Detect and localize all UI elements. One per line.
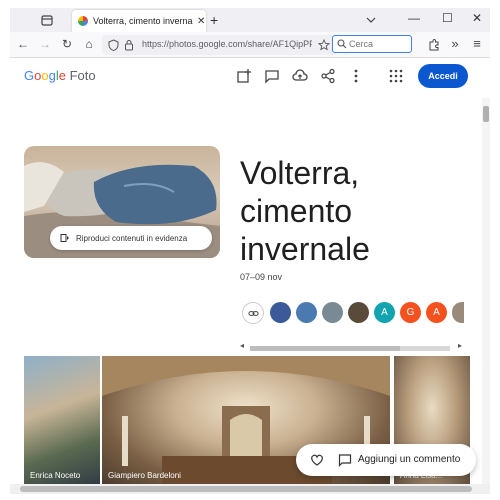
page-content: Google Foto Accedi Riproduci contenuti i… — [10, 58, 490, 494]
back-icon[interactable]: ← — [16, 37, 30, 51]
tab-close-icon[interactable]: ✕ — [197, 16, 205, 27]
close-window-button[interactable]: ✕ — [472, 11, 482, 25]
overflow-menu-icon[interactable]: » — [448, 37, 462, 51]
album-date: 07–09 nov — [240, 272, 283, 282]
avatar[interactable] — [348, 302, 369, 323]
add-to-album-icon[interactable] — [236, 68, 252, 84]
tab-list-icon[interactable] — [40, 13, 54, 27]
play-highlights-label: Riproduci contenuti in evidenza — [76, 233, 188, 243]
url-text: https://photos.google.com/share/AF1QipPF… — [142, 39, 312, 49]
comment-bar: Aggiungi un commento — [296, 444, 476, 476]
avatar[interactable] — [270, 302, 291, 323]
logo-letter-g2: g — [48, 68, 56, 83]
scroll-left-arrow-icon[interactable]: ◂ — [240, 341, 244, 350]
highlights-play-icon — [60, 234, 69, 242]
login-button[interactable]: Accedi — [418, 64, 468, 88]
search-icon — [337, 39, 347, 49]
lock-icon[interactable] — [124, 39, 134, 51]
scroll-thumb[interactable] — [250, 346, 400, 351]
heart-icon[interactable] — [310, 453, 324, 467]
copy-link-button[interactable] — [242, 302, 264, 324]
app-menu-icon[interactable]: ≡ — [470, 37, 484, 51]
bookmark-star-icon[interactable] — [318, 39, 330, 51]
avatar[interactable] — [296, 302, 317, 323]
photo-caption: Enrica Noceto — [30, 471, 81, 480]
search-input[interactable] — [349, 39, 409, 49]
avatar[interactable] — [452, 302, 464, 323]
logo-letter-g: G — [24, 68, 35, 83]
google-photos-logo[interactable]: Google Foto — [24, 68, 96, 83]
tab-strip: Volterra, cimento invernale - Goo ✕ + — … — [10, 8, 490, 32]
google-photos-favicon-icon — [78, 16, 88, 26]
logo-product-name: Foto — [65, 68, 96, 83]
cloud-upload-icon[interactable] — [292, 68, 308, 84]
avatar-scrollbar[interactable]: ◂ ▸ — [240, 341, 466, 352]
vertical-scrollbar[interactable] — [482, 98, 490, 494]
scrollbar-thumb[interactable] — [483, 106, 489, 122]
reload-icon[interactable]: ↻ — [60, 37, 74, 51]
minimize-button[interactable]: — — [408, 11, 420, 25]
active-tab[interactable]: Volterra, cimento invernale - Goo ✕ — [72, 10, 206, 32]
search-box[interactable] — [332, 35, 412, 53]
scroll-right-arrow-icon[interactable]: ▸ — [458, 341, 462, 350]
album-title: Volterra, cimento invernale — [240, 155, 370, 267]
avatar[interactable]: G — [400, 302, 421, 323]
avatar[interactable]: A — [426, 302, 447, 323]
forward-icon[interactable]: → — [38, 37, 52, 51]
extensions-icon[interactable] — [428, 38, 440, 51]
navigation-toolbar: ← → ↻ ⌂ https://photos.google.com/share/… — [10, 32, 490, 58]
url-bar[interactable]: https://photos.google.com/share/AF1QipPF… — [102, 35, 336, 55]
home-icon[interactable]: ⌂ — [82, 37, 96, 51]
comment-icon[interactable] — [264, 68, 280, 84]
logo-letter-e: e — [58, 68, 66, 83]
photo-tile[interactable]: Enrica Noceto — [24, 356, 100, 486]
new-tab-button[interactable]: + — [210, 12, 218, 28]
page-horizontal-scrollbar[interactable] — [10, 484, 490, 494]
avatar[interactable] — [322, 302, 343, 323]
link-icon — [248, 311, 259, 316]
apps-grid-icon[interactable] — [388, 68, 404, 84]
more-options-icon[interactable] — [348, 68, 364, 84]
maximize-button[interactable]: ☐ — [442, 11, 453, 25]
comment-icon[interactable] — [338, 453, 352, 467]
shield-icon[interactable] — [108, 39, 119, 51]
play-highlights-button[interactable]: Riproduci contenuti in evidenza — [50, 226, 212, 250]
add-comment-button[interactable]: Aggiungi un commento — [358, 454, 460, 465]
avatar[interactable]: A — [374, 302, 395, 323]
logo-letter-o2: o — [41, 68, 49, 83]
album-cover-image[interactable]: Riproduci contenuti in evidenza — [24, 146, 220, 258]
tab-title: Volterra, cimento invernale - Goo — [93, 16, 193, 26]
share-icon[interactable] — [320, 68, 336, 84]
chevron-down-icon[interactable] — [366, 15, 376, 25]
photo-caption: Giampiero Bardeloni — [108, 471, 181, 480]
page-scroll-thumb[interactable] — [20, 486, 472, 492]
